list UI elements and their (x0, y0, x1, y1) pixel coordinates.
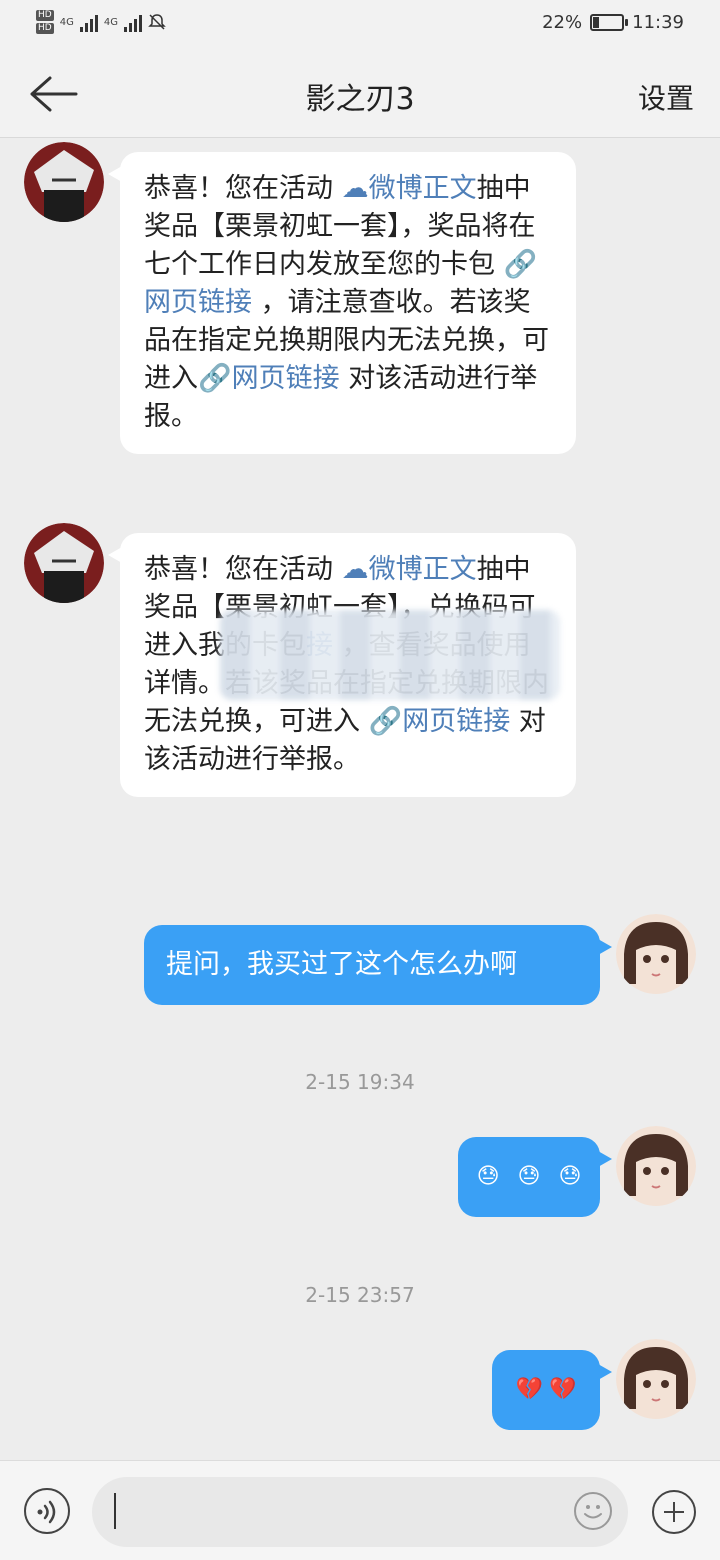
my-avatar[interactable] (616, 1339, 696, 1419)
web-link[interactable]: 🔗网页链接 (198, 363, 340, 394)
battery-icon (590, 14, 629, 31)
my-avatar[interactable] (616, 1126, 696, 1206)
input-bar (0, 1460, 720, 1560)
emoji-button[interactable] (574, 1492, 612, 1530)
sweat-emoji-icon: 😓 (517, 1164, 541, 1189)
timestamp: 2-15 23:57 (305, 1283, 415, 1307)
link-icon: 🔗 (368, 706, 403, 737)
emoji-row: 💔 💔 (492, 1350, 600, 1430)
message-input[interactable] (92, 1477, 628, 1547)
status-right: 22% 11:39 (542, 12, 684, 33)
link-icon: 🔗 (198, 363, 232, 394)
hd-badges: HD HD (36, 10, 54, 34)
weibo-icon: ☁ (341, 173, 369, 204)
hd-badge: HD (36, 23, 54, 34)
redaction-blur (220, 610, 560, 700)
weibo-link[interactable]: ☁微博正文 (342, 554, 477, 585)
sweat-emoji-icon: 😓 (476, 1164, 500, 1189)
my-avatar[interactable] (616, 914, 696, 994)
status-left: HD HD 4G 4G (36, 10, 166, 34)
web-link[interactable]: 🔗网页链接 (369, 706, 511, 737)
weibo-icon: ☁ (341, 554, 369, 585)
my-message-bubble: 💔 💔 (492, 1350, 612, 1430)
signal-icon (123, 12, 142, 32)
sweat-emoji-icon: 😓 (558, 1164, 582, 1189)
chat-title: 影之刃3 (305, 82, 415, 117)
weibo-link[interactable]: ☁微博正文 (342, 173, 477, 204)
voice-button[interactable] (24, 1488, 70, 1534)
avatar-image (616, 1126, 696, 1206)
chat-header: 影之刃3 设置 (0, 52, 720, 138)
message-bubble: 恭喜！您在活动 ☁微博正文抽中奖品【栗景初虹一套】，奖品将在七个工作日内发放至您… (108, 152, 576, 454)
battery-percent: 22% (542, 12, 583, 33)
sender-avatar[interactable] (24, 523, 104, 603)
message-text: 提问，我买过了这个怎么办啊 (166, 949, 517, 980)
my-message-bubble: 提问，我买过了这个怎么办啊 (144, 925, 612, 1005)
avatar-image (616, 914, 696, 994)
smile-icon (584, 1505, 602, 1519)
broken-heart-icon: 💔 (549, 1377, 577, 1402)
status-bar: HD HD 4G 4G 22% 11:39 (0, 0, 720, 52)
avatar-image (24, 142, 104, 222)
link-icon: 🔗 (503, 249, 538, 280)
clock: 11:39 (632, 12, 684, 33)
emoji-row: 😓 😓 😓 (458, 1137, 600, 1217)
network-label: 4G (59, 16, 74, 28)
voice-icon (37, 1500, 56, 1524)
avatar-image (24, 523, 104, 603)
my-message-bubble: 😓 😓 😓 (458, 1137, 612, 1217)
battery-fill (593, 17, 600, 28)
signal-icon (79, 12, 98, 32)
timestamp: 2-15 19:34 (305, 1070, 415, 1094)
more-button[interactable] (652, 1490, 696, 1534)
message-text: 恭喜！您在活动 (144, 554, 342, 585)
hd-badge: HD (36, 10, 54, 21)
avatar-image (616, 1339, 696, 1419)
message-text: 恭喜！您在活动 (144, 173, 342, 204)
network-label: 4G (103, 16, 118, 28)
text-caret (114, 1493, 116, 1529)
sender-avatar[interactable] (24, 142, 104, 222)
settings-button[interactable]: 设置 (638, 77, 694, 117)
mute-icon (148, 13, 166, 31)
broken-heart-icon: 💔 (515, 1377, 543, 1402)
